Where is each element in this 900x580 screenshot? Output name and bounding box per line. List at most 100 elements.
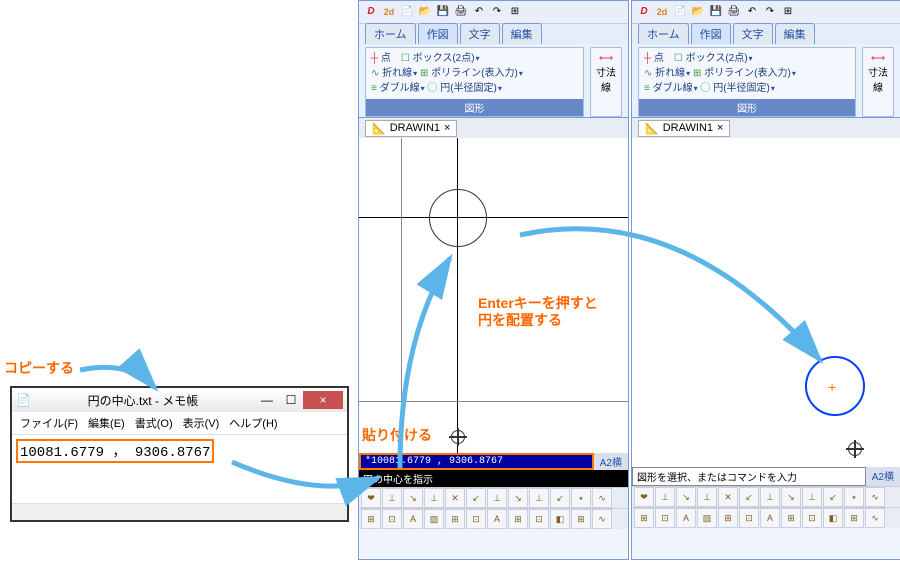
tool-icon[interactable]: ⊥ — [382, 488, 402, 508]
cmd-circle[interactable]: 円(半径固定) — [713, 83, 775, 94]
tool-icon[interactable]: ⊡ — [529, 509, 549, 529]
mode-2d3d-icon[interactable]: 2d — [654, 4, 670, 20]
tool-icon[interactable]: ⊞ — [634, 508, 654, 528]
tab-edit[interactable]: 編集 — [775, 23, 815, 44]
menu-view[interactable]: 表示(V) — [179, 414, 224, 432]
tool-icon[interactable]: ⊡ — [655, 508, 675, 528]
tab-home[interactable]: ホーム — [365, 23, 416, 44]
close-button[interactable]: × — [303, 391, 343, 409]
save-icon[interactable]: 💾 — [708, 4, 724, 20]
doc-tab-drawin1[interactable]: 📐 DRAWIN1 × — [365, 120, 457, 137]
redo-icon[interactable]: ↷ — [762, 4, 778, 20]
tool-icon[interactable]: ❤ — [634, 487, 654, 507]
tool-icon[interactable]: ◧ — [550, 509, 570, 529]
tab-text[interactable]: 文字 — [460, 23, 500, 44]
open-icon[interactable]: 📂 — [690, 4, 706, 20]
tab-home[interactable]: ホーム — [638, 23, 689, 44]
tool-icon[interactable]: ⊥ — [424, 488, 444, 508]
tool-icon[interactable]: A — [487, 509, 507, 529]
paper-size[interactable]: A2横 — [866, 467, 900, 486]
command-input[interactable]: *10081.6779 , 9306.8767 — [359, 453, 594, 470]
tool-icon[interactable]: ⊞ — [361, 509, 381, 529]
tab-text[interactable]: 文字 — [733, 23, 773, 44]
maximize-button[interactable]: ☐ — [279, 393, 303, 407]
open-icon[interactable]: 📂 — [417, 4, 433, 20]
tab-edit[interactable]: 編集 — [502, 23, 542, 44]
minimize-button[interactable]: — — [255, 393, 279, 407]
tool-icon[interactable]: ↙ — [739, 487, 759, 507]
cmd-point[interactable]: 点 — [654, 53, 664, 64]
cmd-box[interactable]: ボックス(2点) — [686, 53, 753, 64]
tool-icon[interactable]: ⊥ — [655, 487, 675, 507]
tool-icon[interactable]: ↘ — [508, 488, 528, 508]
tool-icon[interactable]: ↘ — [781, 487, 801, 507]
tool-icon[interactable]: ↙ — [823, 487, 843, 507]
tool-icon[interactable]: ٭ — [571, 488, 591, 508]
notepad-textarea[interactable]: 10081.6779 ， 9306.8767 — [12, 435, 347, 503]
cmd-circle[interactable]: 円(半径固定) — [440, 83, 502, 94]
menu-format[interactable]: 書式(O) — [131, 414, 177, 432]
tool-icon[interactable]: ↙ — [550, 488, 570, 508]
menu-help[interactable]: ヘルプ(H) — [225, 414, 281, 432]
doc-close-icon[interactable]: × — [444, 122, 450, 134]
tool-icon[interactable]: ٭ — [844, 487, 864, 507]
tool-icon[interactable]: ❤ — [361, 488, 381, 508]
tool-icon[interactable]: ∿ — [865, 487, 885, 507]
paper-size[interactable]: A2横 — [594, 453, 628, 470]
tool-icon[interactable]: ⊥ — [802, 487, 822, 507]
tool-icon[interactable]: ⊡ — [802, 508, 822, 528]
tool-icon[interactable]: ↙ — [466, 488, 486, 508]
doc-tab-drawin1[interactable]: 📐 DRAWIN1 × — [638, 120, 730, 137]
tool-icon[interactable]: ⊡ — [382, 509, 402, 529]
tool-icon[interactable]: ∿ — [592, 509, 612, 529]
tab-draw[interactable]: 作図 — [418, 23, 458, 44]
tool-icon[interactable]: ⊥ — [487, 488, 507, 508]
redo-icon[interactable]: ↷ — [489, 4, 505, 20]
tool-icon[interactable]: ⊥ — [529, 488, 549, 508]
cmd-dim[interactable]: 寸法線 — [868, 68, 888, 94]
tool-icon[interactable]: A — [403, 509, 423, 529]
tool-icon[interactable]: ↘ — [403, 488, 423, 508]
tool-icon[interactable]: ▨ — [424, 509, 444, 529]
mode-2d3d-icon[interactable]: 2d — [381, 4, 397, 20]
cmd-double[interactable]: ダブル線 — [653, 83, 698, 94]
tool-icon[interactable]: ⊥ — [697, 487, 717, 507]
doc-close-icon[interactable]: × — [717, 122, 723, 134]
cmd-polyline[interactable]: 折れ線 — [382, 68, 417, 79]
drawing-canvas[interactable]: + — [632, 138, 900, 467]
save-icon[interactable]: 💾 — [435, 4, 451, 20]
tool-icon[interactable]: ⊞ — [718, 508, 738, 528]
undo-icon[interactable]: ↶ — [744, 4, 760, 20]
tool-icon[interactable]: ◧ — [823, 508, 843, 528]
tool-icon[interactable]: ⊞ — [508, 509, 528, 529]
tool-icon[interactable]: ⊞ — [844, 508, 864, 528]
tool-icon[interactable]: ⊞ — [445, 509, 465, 529]
menu-edit[interactable]: 編集(E) — [84, 414, 129, 432]
tool-icon[interactable]: ∿ — [865, 508, 885, 528]
tab-draw[interactable]: 作図 — [691, 23, 731, 44]
tool-icon[interactable]: ⊞ — [571, 509, 591, 529]
tool-icon[interactable]: ∿ — [592, 488, 612, 508]
cmd-polyline[interactable]: 折れ線 — [655, 68, 690, 79]
tool-icon[interactable]: ▨ — [697, 508, 717, 528]
menu-file[interactable]: ファイル(F) — [16, 414, 82, 432]
cmd-poly2[interactable]: ポリライン(表入力) — [431, 68, 523, 79]
cmd-poly2[interactable]: ポリライン(表入力) — [704, 68, 796, 79]
print-icon[interactable]: 🖨 — [726, 4, 742, 20]
new-icon[interactable]: 📄 — [672, 4, 688, 20]
tool-icon[interactable]: ✕ — [445, 488, 465, 508]
cmd-point[interactable]: 点 — [381, 53, 391, 64]
command-hint-right[interactable]: 図形を選択、またはコマンドを入力 — [632, 467, 866, 486]
tool-icon[interactable]: ⊥ — [760, 487, 780, 507]
tool-icon[interactable]: ⊡ — [466, 509, 486, 529]
tool-icon[interactable]: ↘ — [676, 487, 696, 507]
cmd-dim[interactable]: 寸法線 — [596, 68, 616, 94]
tool-icon[interactable]: A — [676, 508, 696, 528]
tool-icon[interactable]: ⊡ — [739, 508, 759, 528]
cmd-box[interactable]: ボックス(2点) — [413, 53, 480, 64]
undo-icon[interactable]: ↶ — [471, 4, 487, 20]
tool-icon[interactable]: A — [760, 508, 780, 528]
tool-icon[interactable]: ✕ — [718, 487, 738, 507]
settings-icon[interactable]: ⊞ — [507, 4, 523, 20]
print-icon[interactable]: 🖨 — [453, 4, 469, 20]
